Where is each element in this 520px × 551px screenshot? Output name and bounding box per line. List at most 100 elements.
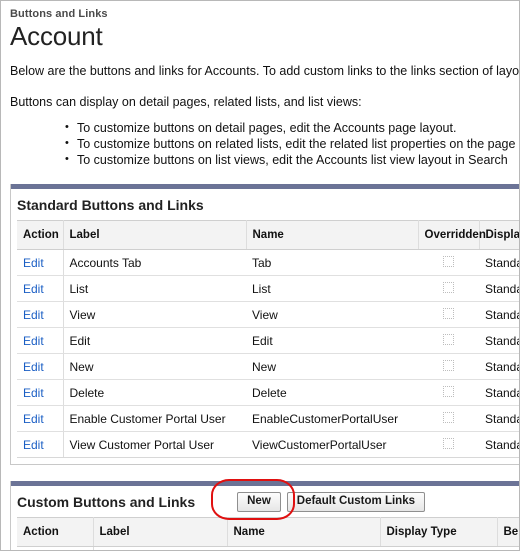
column-header-action[interactable]: Action [17, 220, 64, 250]
row-display-type-cell: Standard [479, 379, 519, 406]
edit-link[interactable]: Edit [23, 334, 44, 348]
row-label-cell: Enable Customer Portal User [63, 405, 246, 432]
row-name-cell: Billing [227, 546, 380, 550]
row-display-type-cell: Detail Page Link [380, 546, 497, 550]
column-header-overridden[interactable]: Overridden [418, 220, 486, 250]
overridden-checkbox-icon [443, 385, 454, 397]
row-action-cell: Edit [17, 327, 64, 354]
table-row: Edit New New Standard [17, 353, 519, 380]
row-label-cell: Edit [63, 327, 246, 354]
column-header-display-type[interactable]: Display Type [380, 517, 498, 547]
row-label-cell: Delete [63, 379, 246, 406]
row-display-type-cell: Standard [479, 405, 519, 432]
overridden-checkbox-icon [443, 307, 454, 319]
overridden-checkbox-icon [443, 359, 454, 371]
edit-link[interactable]: Edit [23, 438, 44, 452]
row-action-cell: Edit [17, 301, 64, 328]
standard-buttons-table: Action Label Name Overridden Display Typ… [17, 220, 519, 458]
custom-panel-header: Custom Buttons and Links New Default Cus… [17, 479, 519, 520]
edit-link[interactable]: Edit [23, 412, 44, 426]
table-header-row: Action Label Name Overridden Display Typ… [17, 220, 519, 250]
row-label-cell: Billing [93, 546, 227, 550]
column-header-name[interactable]: Name [246, 220, 419, 250]
edit-link[interactable]: Edit [23, 256, 44, 270]
column-header-action[interactable]: Action [17, 517, 94, 547]
column-header-label[interactable]: Label [63, 220, 247, 250]
column-header-behavior[interactable]: Behavior [497, 517, 519, 547]
overridden-checkbox-icon [443, 333, 454, 345]
custom-buttons-panel: Custom Buttons and Links New Default Cus… [10, 479, 519, 550]
overridden-checkbox-icon [443, 437, 454, 449]
row-action-cell: Edit [17, 405, 64, 432]
custom-buttons-table: Action Label Name Display Type Behavior … [17, 517, 519, 550]
screenshot-viewport: Buttons and Links Account Below are the … [0, 0, 520, 551]
row-overridden-cell [418, 301, 479, 328]
row-display-type-cell: Standard [479, 275, 519, 302]
table-row: Edit View Customer Portal User ViewCusto… [17, 431, 519, 458]
standard-panel-header: Standard Buttons and Links [17, 190, 519, 220]
row-name-cell: Edit [246, 327, 418, 354]
bullet-item: To customize buttons on detail pages, ed… [65, 119, 519, 136]
overridden-checkbox-icon [443, 255, 454, 267]
bullet-item: To customize buttons on related lists, e… [65, 135, 519, 152]
row-overridden-cell [418, 431, 479, 458]
intro-bullet-list: To customize buttons on detail pages, ed… [10, 119, 519, 168]
row-overridden-cell [418, 249, 479, 276]
row-display-type-cell: Standard [479, 301, 519, 328]
row-display-type-cell: Standard [479, 249, 519, 276]
edit-link[interactable]: Edit [23, 360, 44, 374]
edit-link[interactable]: Edit [23, 308, 44, 322]
row-name-cell: View [246, 301, 418, 328]
row-action-cell: Edit [17, 431, 64, 458]
row-overridden-cell [418, 379, 479, 406]
standard-table-body: Edit Accounts Tab Tab Standard Edit List… [17, 249, 519, 458]
row-label-cell: View [63, 301, 246, 328]
page-header: Buttons and Links Account [10, 8, 519, 51]
row-name-cell: List [246, 275, 418, 302]
edit-link[interactable]: Edit [23, 282, 44, 296]
row-overridden-cell [418, 405, 479, 432]
row-name-cell: Delete [246, 379, 418, 406]
column-header-name[interactable]: Name [227, 517, 381, 547]
breadcrumb-eyebrow: Buttons and Links [10, 8, 108, 20]
custom-table-body: Edit|Del Billing Billing Detail Page Lin… [17, 546, 519, 550]
row-name-cell: EnableCustomerPortalUser [246, 405, 418, 432]
bullet-item: To customize buttons on list views, edit… [65, 151, 519, 168]
row-name-cell: ViewCustomerPortalUser [246, 431, 418, 458]
row-overridden-cell [418, 327, 479, 354]
table-row: Edit List List Standard [17, 275, 519, 302]
table-row: Edit Enable Customer Portal User EnableC… [17, 405, 519, 432]
edit-link[interactable]: Edit [23, 386, 44, 400]
column-header-display-type[interactable]: Display Type [479, 220, 519, 250]
row-overridden-cell [418, 353, 479, 380]
row-display-type-cell: Standard [479, 327, 519, 354]
table-row: Edit Accounts Tab Tab Standard [17, 249, 519, 276]
intro-paragraph-1: Below are the buttons and links for Acco… [10, 64, 520, 78]
row-action-cell: Edit [17, 379, 64, 406]
row-label-cell: View Customer Portal User [63, 431, 246, 458]
row-label-cell: List [63, 275, 246, 302]
row-name-cell: Tab [246, 249, 418, 276]
row-overridden-cell [418, 275, 479, 302]
row-action-cell: Edit|Del [17, 546, 94, 550]
table-row: Edit View View Standard [17, 301, 519, 328]
custom-section-title: Custom Buttons and Links [17, 494, 196, 510]
intro-paragraph-2: Buttons can display on detail pages, rel… [10, 95, 362, 109]
table-header-row: Action Label Name Display Type Behavior [17, 517, 519, 547]
standard-buttons-panel: Standard Buttons and Links Action Label [10, 184, 519, 465]
overridden-checkbox-icon [443, 411, 454, 423]
custom-panel-toolbar: New Default Custom Links [211, 479, 425, 520]
row-action-cell: Edit [17, 275, 64, 302]
row-action-cell: Edit [17, 249, 64, 276]
row-action-cell: Edit [17, 353, 64, 380]
overridden-checkbox-icon [443, 281, 454, 293]
page-title: Account [10, 21, 103, 51]
table-row: Edit Edit Edit Standard [17, 327, 519, 354]
page-content: Buttons and Links Account Below are the … [1, 1, 520, 550]
table-row: Edit Delete Delete Standard [17, 379, 519, 406]
default-custom-links-button[interactable]: Default Custom Links [286, 492, 425, 512]
standard-section-title: Standard Buttons and Links [17, 197, 204, 213]
new-button[interactable]: New [237, 492, 281, 512]
column-header-label[interactable]: Label [93, 517, 228, 547]
row-display-type-cell: Standard [479, 353, 519, 380]
